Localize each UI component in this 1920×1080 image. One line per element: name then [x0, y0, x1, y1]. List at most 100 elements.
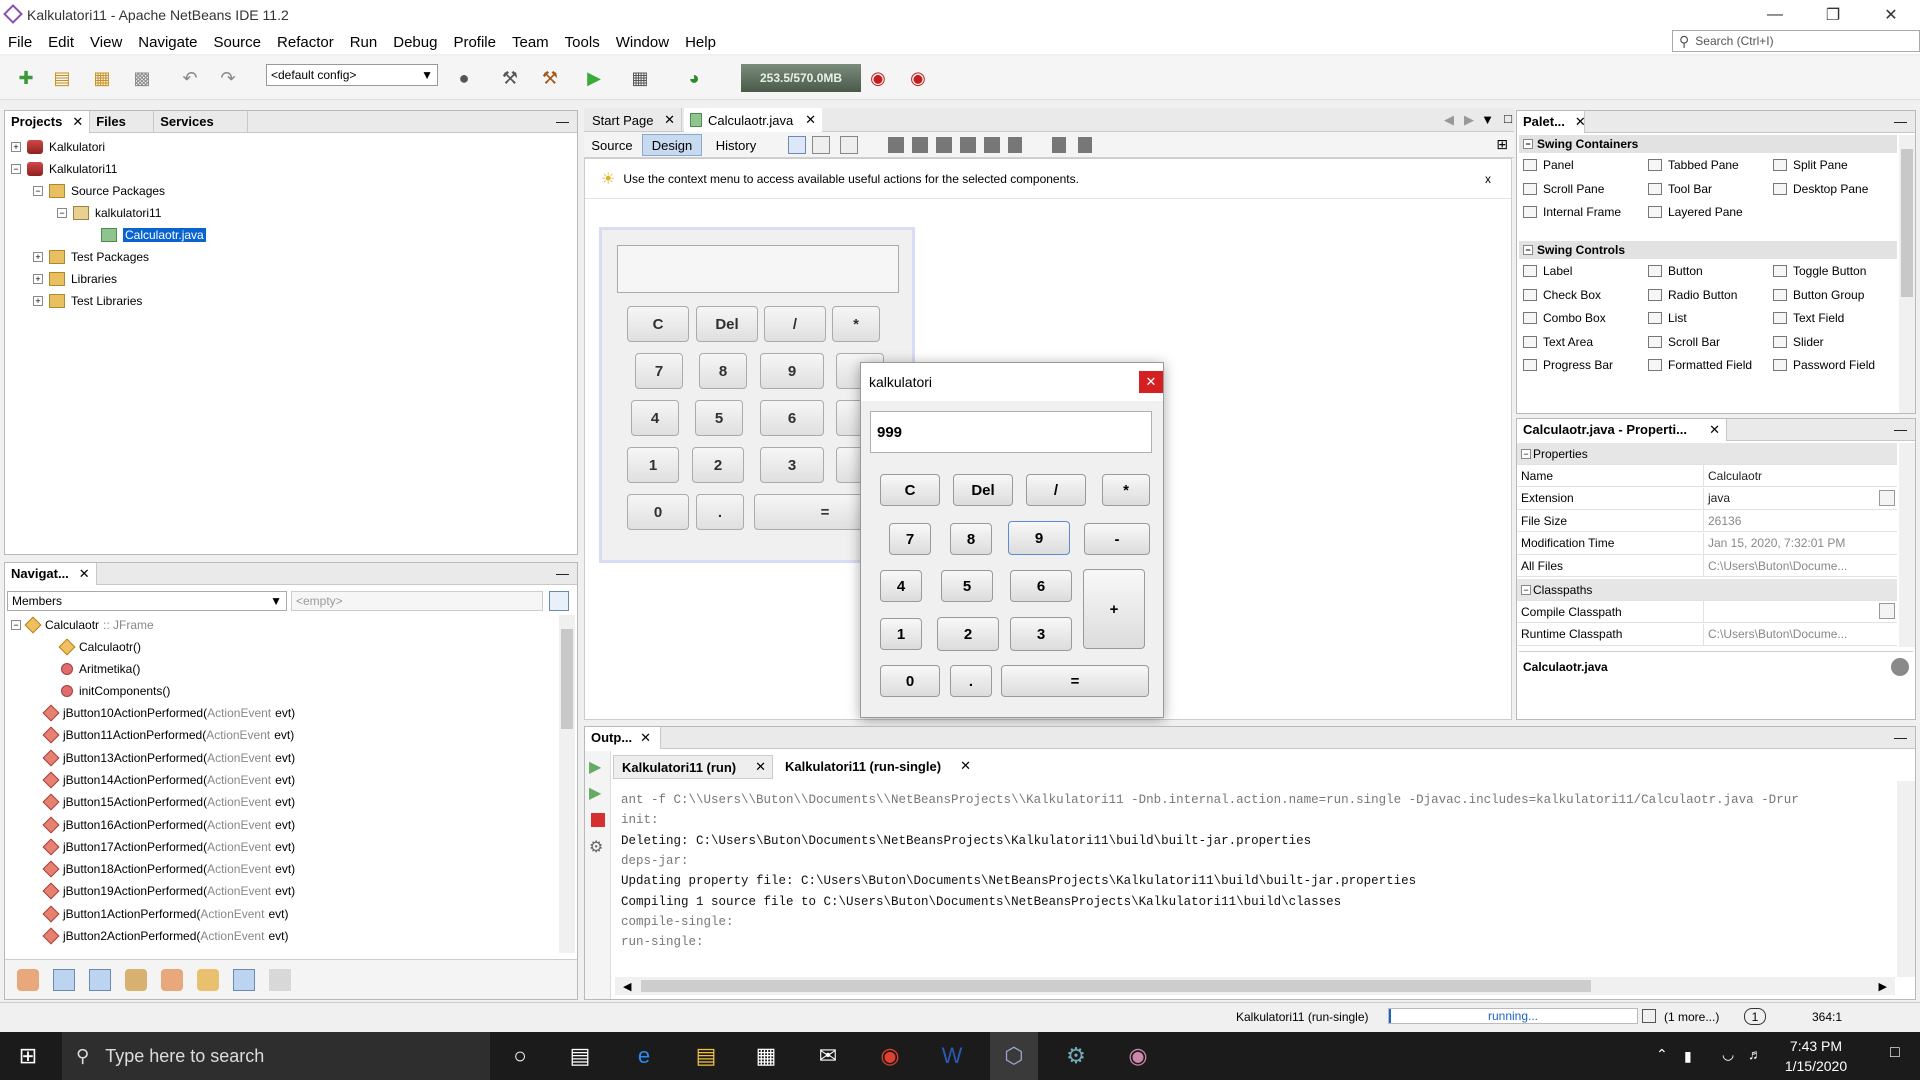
tree-item[interactable]: jButton2ActionPerformed(ActionEvent evt) [42, 926, 288, 946]
rerun-params-icon[interactable]: ▶ [589, 783, 601, 803]
java-app-icon[interactable]: ⚙ [1052, 1032, 1100, 1080]
minimize-panel-icon[interactable]: — [556, 114, 569, 129]
tab-files[interactable]: Files [90, 110, 155, 133]
calc-key-button[interactable]: 8 [950, 523, 992, 555]
tab-projects[interactable]: Projects ✕ [5, 110, 91, 133]
tree-item[interactable]: jButton16ActionPerformed(ActionEvent evt) [42, 815, 295, 835]
property-row[interactable]: Runtime Classpath C:\Users\Buton\Docume..… [1517, 623, 1897, 646]
run-icon[interactable]: ▶ [580, 64, 608, 92]
palette-item[interactable]: Tool Bar [1648, 179, 1712, 199]
profile-icon[interactable]: ◕ [680, 64, 708, 92]
close-icon[interactable]: ✕ [664, 112, 675, 128]
task-view-icon[interactable]: ▤ [556, 1032, 604, 1080]
more-tasks-link[interactable]: (1 more...) [1664, 1010, 1719, 1024]
tree-item[interactable]: − Kalkulatori11 [11, 159, 117, 179]
form-key-button[interactable]: / [764, 306, 826, 342]
tree-item[interactable]: − Source Packages [33, 181, 165, 201]
new-project-icon[interactable]: ▤ [48, 64, 76, 92]
empty-select[interactable]: <empty> [291, 591, 543, 611]
menu-item[interactable]: Refactor [269, 34, 342, 51]
form-key-button[interactable]: 4 [631, 400, 679, 436]
selection-mode-icon[interactable] [788, 136, 806, 154]
close-icon[interactable]: ✕ [640, 730, 651, 746]
palette-item[interactable]: Internal Frame [1523, 202, 1621, 222]
tree-item[interactable]: + Test Packages [33, 247, 149, 267]
calc-key-button[interactable]: 4 [880, 570, 922, 602]
palette-item[interactable]: Layered Pane [1648, 202, 1743, 222]
palette-item[interactable]: Button [1648, 261, 1703, 281]
palette-item[interactable]: Desktop Pane [1773, 179, 1868, 199]
property-value[interactable]: Jan 15, 2020, 7:32:01 PM [1703, 532, 1897, 554]
calc-key-button[interactable]: 9 [1008, 521, 1070, 555]
horizontal-scrollbar[interactable]: ◀ ▶ [615, 977, 1895, 995]
tab-output[interactable]: Outp... ✕ [585, 726, 661, 749]
palette-section-header[interactable]: − Swing Controls [1519, 241, 1897, 259]
help-icon[interactable] [1891, 658, 1909, 676]
calc-key-button[interactable]: 0 [880, 665, 940, 697]
calc-key-button[interactable]: = [1001, 665, 1149, 697]
form-key-button[interactable]: Del [696, 306, 758, 342]
search-input[interactable]: Search (Ctrl+I) [1695, 34, 1773, 48]
close-icon[interactable]: ✕ [960, 758, 971, 774]
vertical-scrollbar[interactable] [1899, 135, 1915, 413]
resize-icons[interactable] [1052, 137, 1096, 153]
expand-icon[interactable]: ⊞ [1496, 136, 1508, 153]
palette-item[interactable]: Scroll Pane [1523, 179, 1604, 199]
calc-key-button[interactable]: 3 [1010, 617, 1072, 651]
property-section[interactable]: − Classpaths [1517, 579, 1897, 601]
tree-item[interactable]: jButton13ActionPerformed(ActionEvent evt) [42, 748, 295, 768]
close-icon[interactable]: ✕ [1139, 371, 1163, 393]
search-box[interactable]: ⚲ Search (Ctrl+I) [1672, 30, 1920, 52]
filter-icon[interactable] [89, 968, 111, 991]
form-key-button[interactable]: C [627, 306, 689, 342]
rerun-icon[interactable]: ▶ [589, 757, 601, 777]
undo-icon[interactable]: ↶ [176, 64, 204, 92]
property-row[interactable]: Modification Time Jan 15, 2020, 7:32:01 P… [1517, 532, 1897, 555]
form-key-button[interactable]: 2 [692, 447, 744, 483]
calc-key-button[interactable]: . [950, 665, 992, 697]
members-select[interactable]: Members ▼ [7, 591, 287, 611]
tree-item[interactable]: jButton14ActionPerformed(ActionEvent evt) [42, 770, 295, 790]
palette-item[interactable]: Text Field [1773, 308, 1844, 328]
palette-item[interactable]: Progress Bar [1523, 355, 1613, 375]
close-icon[interactable]: ✕ [805, 112, 816, 128]
restore-icon[interactable]: ❐ [1804, 0, 1862, 30]
sort-icon[interactable] [269, 968, 291, 991]
align-icons[interactable] [888, 137, 1022, 153]
redo-icon[interactable]: ↷ [214, 64, 242, 92]
form-key-button[interactable]: 9 [760, 353, 824, 389]
palette-item[interactable]: Panel [1523, 155, 1574, 175]
property-value[interactable]: java [1703, 487, 1897, 509]
tab-services[interactable]: Services [154, 110, 249, 133]
calc-key-button[interactable]: - [1084, 523, 1150, 555]
notification-icon[interactable] [1642, 1009, 1656, 1023]
mail-icon[interactable]: ✉ [804, 1032, 852, 1080]
tree-item[interactable]: initComponents() [61, 681, 170, 701]
wifi-icon[interactable]: ◡ [1722, 1046, 1734, 1063]
menu-item[interactable]: Tools [557, 34, 608, 51]
filter-icon[interactable] [161, 968, 183, 991]
calc-key-button[interactable]: * [1102, 474, 1150, 506]
ellipsis-button[interactable] [1879, 489, 1895, 506]
vertical-scrollbar[interactable] [559, 615, 575, 953]
close-icon[interactable]: ✕ [1709, 422, 1720, 438]
store-icon[interactable]: ▦ [742, 1032, 790, 1080]
palette-section-header[interactable]: − Swing Containers [1519, 135, 1897, 153]
palette-item[interactable]: Radio Button [1648, 285, 1737, 305]
build-hammer-icon[interactable]: ⚒ [496, 64, 524, 92]
palette-item[interactable]: Check Box [1523, 285, 1601, 305]
calc-key-button[interactable]: / [1026, 474, 1086, 506]
tree-item[interactable]: jButton17ActionPerformed(ActionEvent evt) [42, 837, 295, 857]
calc-key-button[interactable]: 7 [889, 523, 931, 555]
palette-item[interactable]: List [1648, 308, 1687, 328]
tree-item[interactable]: − Calculaotr:: JFrame [11, 615, 154, 635]
property-value[interactable]: Calculaotr [1703, 465, 1897, 486]
stop-icon[interactable] [591, 813, 605, 827]
sort-icon[interactable] [233, 968, 255, 991]
tab-calculaotr-java[interactable]: Calculaotr.java ✕ [684, 108, 822, 132]
palette-item[interactable]: Split Pane [1773, 155, 1848, 175]
palette-item[interactable]: Slider [1773, 332, 1824, 352]
tab-properties[interactable]: Calculaotr.java - Properti... ✕ [1517, 418, 1727, 441]
palette-item[interactable]: Button Group [1773, 285, 1864, 305]
navigator-options-icon[interactable] [549, 591, 569, 611]
